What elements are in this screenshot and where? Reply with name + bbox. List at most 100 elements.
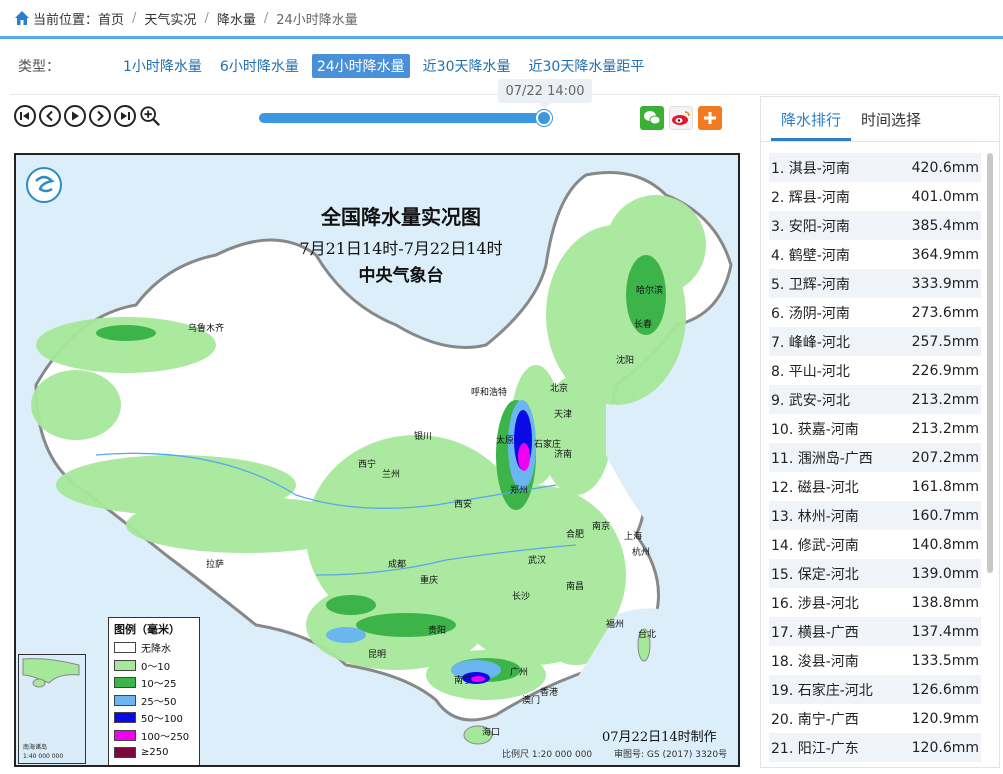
station-name: 4. 鹤壁-河南	[771, 247, 850, 264]
list-item[interactable]: 16. 涉县-河北 138.8mm	[769, 588, 981, 617]
city-label: 北京	[550, 384, 569, 394]
rainfall-value: 273.6mm	[911, 304, 979, 321]
breadcrumb-label: 当前位置：	[33, 12, 99, 28]
legend-label: 10～25	[141, 679, 177, 691]
first-icon[interactable]	[14, 105, 36, 127]
station-name: 21. 阳江-广东	[771, 740, 859, 757]
weibo-icon[interactable]	[669, 106, 693, 130]
breadcrumb-precipitation-link[interactable]: 降水量	[217, 9, 256, 28]
list-item[interactable]: 7. 峰峰-河北 257.5mm	[769, 327, 981, 356]
list-item[interactable]: 20. 南宁-广西 120.9mm	[769, 704, 981, 733]
tab-1h[interactable]: 1小时降水量	[118, 54, 207, 78]
last-icon[interactable]	[114, 105, 136, 127]
map-title: 全国降水量实况图	[321, 205, 481, 229]
timeline-slider[interactable]	[259, 110, 553, 126]
list-item[interactable]: 12. 磁县-河北 161.8mm	[769, 472, 981, 501]
list-item[interactable]: 21. 阳江-广东 120.6mm	[769, 733, 981, 762]
ranking-panel: 降水排行 时间选择 1. 淇县-河南 420.6mm 2. 辉县-河南 401.0mm…	[760, 96, 1000, 768]
rainfall-value: 385.4mm	[911, 217, 979, 234]
city-label: 成都	[388, 560, 407, 570]
scrollbar[interactable]	[987, 153, 993, 573]
list-item[interactable]: 3. 安阳-河南 385.4mm	[769, 211, 981, 240]
south-china-sea-inset: 南海诸岛 1:40 000 000	[18, 654, 86, 764]
tab-time-select[interactable]: 时间选择	[851, 109, 931, 141]
breadcrumb-home-link[interactable]: 首页	[98, 9, 124, 28]
station-name: 18. 浚县-河南	[771, 653, 859, 670]
city-label: 南宁	[454, 676, 473, 686]
tab-6h[interactable]: 6小时降水量	[215, 54, 304, 78]
breadcrumb-separator: /	[132, 10, 137, 26]
city-label: 福州	[606, 620, 625, 630]
rainfall-value: 160.7mm	[911, 507, 979, 524]
list-item[interactable]: 17. 横县-广西 137.4mm	[769, 617, 981, 646]
station-name: 10. 获嘉-河南	[771, 421, 859, 438]
station-name: 19. 石家庄-河北	[771, 682, 873, 699]
legend-item: ≥250	[114, 744, 194, 762]
tab-30d-anomaly[interactable]: 近30天降水量距平	[524, 54, 650, 78]
prev-icon[interactable]	[39, 105, 61, 127]
precipitation-map[interactable]: 全国降水量实况图 7月21日14时-7月22日14时 中央气象台 乌鲁木齐 哈尔…	[14, 153, 740, 767]
time-tooltip: 07/22 14:00	[498, 79, 592, 109]
play-icon[interactable]	[64, 105, 86, 127]
station-name: 14. 修武-河南	[771, 537, 859, 554]
list-item[interactable]: 10. 获嘉-河南 213.2mm	[769, 414, 981, 443]
rainfall-value: 420.6mm	[911, 159, 979, 176]
list-item[interactable]: 18. 浚县-河南 133.5mm	[769, 646, 981, 675]
list-item[interactable]: 4. 鹤壁-河南 364.9mm	[769, 240, 981, 269]
list-item[interactable]: 1. 淇县-河南 420.6mm	[769, 153, 981, 182]
list-item[interactable]: 19. 石家庄-河北 126.6mm	[769, 675, 981, 704]
plus-icon[interactable]	[698, 106, 722, 130]
timeline-handle[interactable]	[536, 110, 553, 126]
list-item[interactable]: 11. 涠洲岛-广西 207.2mm	[769, 443, 981, 472]
list-item[interactable]: 8. 平山-河北 226.9mm	[769, 356, 981, 385]
list-item[interactable]: 13. 林州-河南 160.7mm	[769, 501, 981, 530]
city-label: 南昌	[566, 582, 585, 592]
legend-swatch	[114, 694, 136, 706]
share-buttons	[640, 106, 722, 130]
rainfall-value: 333.9mm	[911, 275, 979, 292]
city-label: 济南	[554, 450, 573, 460]
list-item[interactable]: 6. 汤阴-河南 273.6mm	[769, 298, 981, 327]
tab-30d[interactable]: 近30天降水量	[418, 54, 516, 78]
legend-label: 25～50	[141, 696, 177, 708]
city-label: 杭州	[632, 548, 651, 558]
station-name: 8. 平山-河北	[771, 363, 850, 380]
home-icon[interactable]	[14, 10, 30, 26]
wechat-icon[interactable]	[640, 106, 664, 130]
city-label: 太原	[496, 436, 515, 446]
city-label: 西安	[454, 500, 473, 510]
station-name: 6. 汤阴-河南	[771, 305, 850, 322]
map-made-time: 07月22日14时制作	[602, 730, 717, 745]
tab-ranking[interactable]: 降水排行	[771, 109, 852, 141]
station-name: 7. 峰峰-河北	[771, 334, 850, 351]
breadcrumb-weather-link[interactable]: 天气实况	[144, 9, 196, 28]
city-label: 哈尔滨	[636, 286, 664, 296]
city-label: 海口	[482, 728, 501, 738]
ranking-list: 1. 淇县-河南 420.6mm 2. 辉县-河南 401.0mm 3. 安阳-河南 38…	[769, 153, 981, 762]
next-icon[interactable]	[89, 105, 111, 127]
legend-item: 10～25	[114, 674, 194, 692]
rainfall-value: 138.8mm	[911, 594, 979, 611]
breadcrumb-separator: /	[204, 10, 209, 26]
rainfall-value: 213.2mm	[911, 420, 979, 437]
list-item[interactable]: 9. 武安-河北 213.2mm	[769, 385, 981, 414]
station-name: 2. 辉县-河南	[771, 189, 850, 206]
legend-item: 100～250	[114, 727, 194, 745]
tab-24h[interactable]: 24小时降水量	[311, 54, 410, 78]
legend-swatch	[114, 659, 136, 671]
city-label: 南京	[592, 522, 611, 532]
list-item[interactable]: 2. 辉县-河南 401.0mm	[769, 182, 981, 211]
legend-swatch	[114, 729, 136, 741]
city-label: 沈阳	[616, 356, 635, 366]
list-item[interactable]: 14. 修武-河南 140.8mm	[769, 530, 981, 559]
list-item[interactable]: 15. 保定-河北 139.0mm	[769, 559, 981, 588]
rainfall-value: 120.9mm	[911, 710, 979, 727]
rainfall-value: 137.4mm	[911, 623, 979, 640]
legend-title: 图例（毫米）	[114, 623, 180, 636]
city-label: 乌鲁木齐	[188, 324, 225, 334]
rainfall-value: 226.9mm	[911, 362, 979, 379]
list-item[interactable]: 5. 卫辉-河南 333.9mm	[769, 269, 981, 298]
zoom-in-icon[interactable]	[139, 105, 161, 127]
city-label: 台北	[638, 630, 657, 640]
station-name: 9. 武安-河北	[771, 392, 850, 409]
